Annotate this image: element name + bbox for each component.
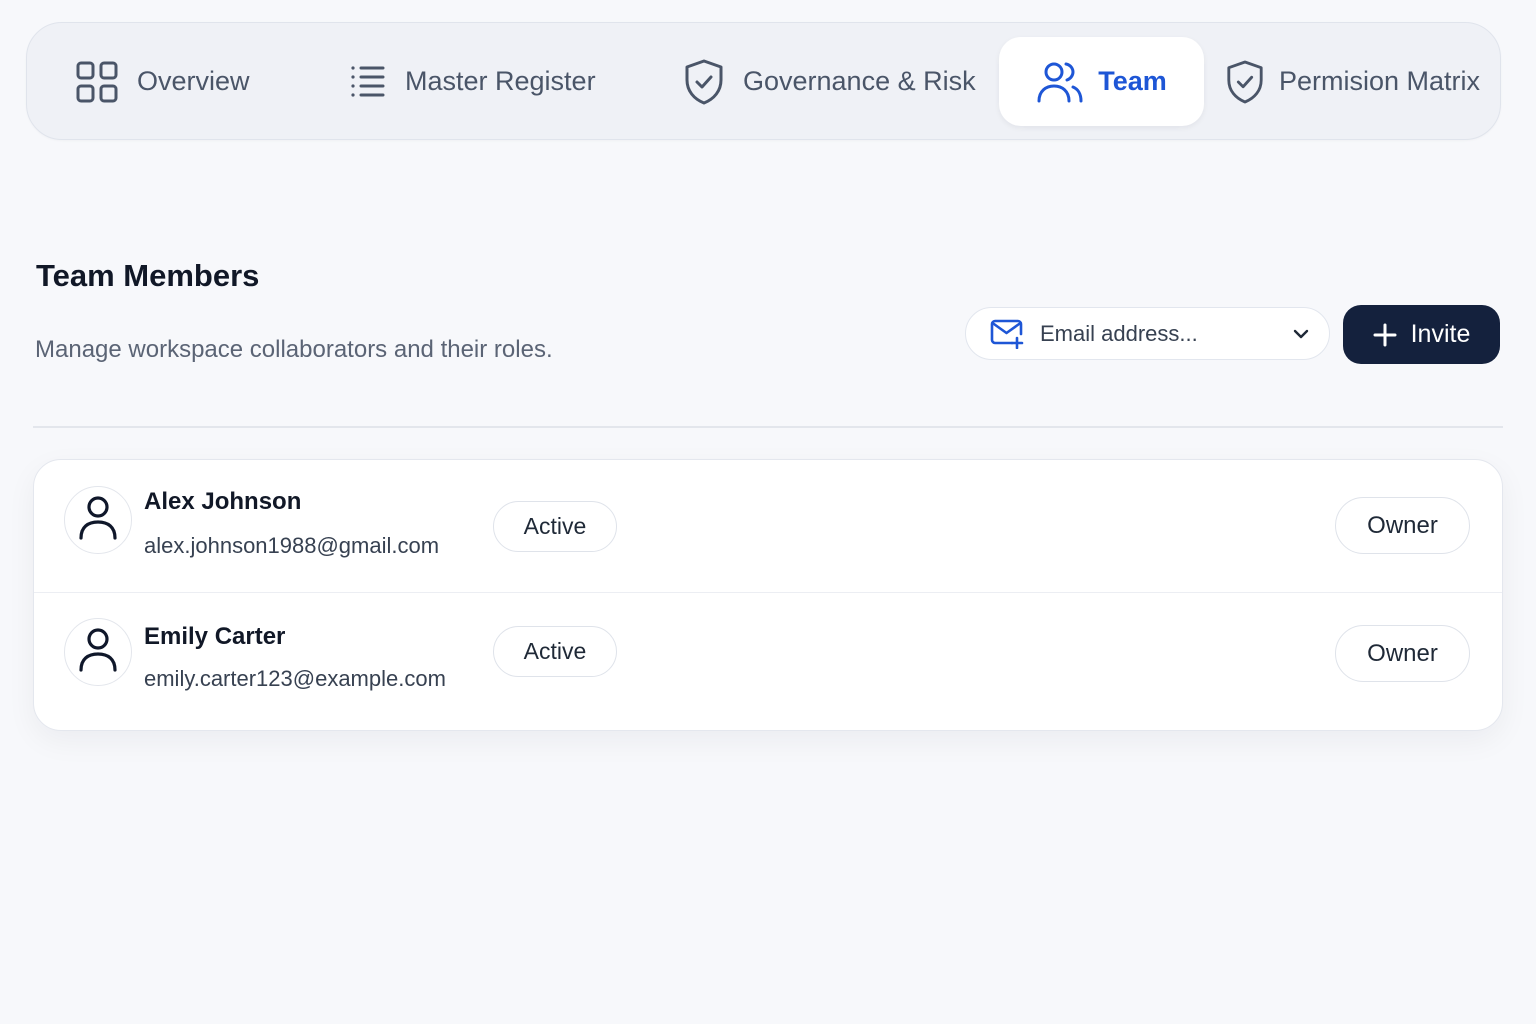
role-select[interactable]: Owner <box>1335 497 1470 554</box>
tab-label: Permision Matrix <box>1279 66 1481 96</box>
tab-label: Team <box>1098 66 1167 96</box>
invite-email-select[interactable]: Email address... <box>965 307 1330 360</box>
member-row: Emily Carter emily.carter123@example.com… <box>34 594 1502 727</box>
page-subtitle: Manage workspace collaborators and their… <box>35 336 553 363</box>
role-select[interactable]: Owner <box>1335 625 1470 682</box>
invite-button[interactable]: Invite <box>1343 305 1500 364</box>
users-icon <box>1036 60 1084 104</box>
tab-master-register[interactable]: Master Register <box>349 37 596 126</box>
grid-icon <box>75 60 119 104</box>
section-divider <box>33 426 1503 428</box>
plus-icon <box>1373 323 1397 347</box>
chevron-down-icon <box>1291 324 1311 344</box>
tab-team[interactable]: Team <box>999 37 1204 126</box>
main-tab-bar: Overview Master Register Governance & Ri <box>26 22 1501 140</box>
tab-label: Overview <box>137 66 250 96</box>
status-badge: Active <box>493 501 617 552</box>
avatar <box>64 618 132 686</box>
page-title: Team Members <box>36 258 260 293</box>
team-member-list: Alex Johnson alex.johnson1988@gmail.com … <box>33 459 1503 731</box>
user-icon <box>78 495 118 546</box>
member-name: Emily Carter <box>144 623 286 650</box>
member-row: Alex Johnson alex.johnson1988@gmail.com … <box>34 460 1502 593</box>
email-placeholder: Email address... <box>1040 320 1198 346</box>
shield-check-icon <box>683 58 725 106</box>
shield-check-icon <box>1225 58 1265 106</box>
invite-button-label: Invite <box>1410 320 1471 348</box>
user-icon <box>78 627 118 678</box>
tab-label: Governance & Risk <box>743 66 976 96</box>
tab-label: Master Register <box>405 66 596 96</box>
tab-permission-matrix[interactable]: Permision Matrix <box>1225 37 1480 126</box>
member-email: emily.carter123@example.com <box>144 666 446 691</box>
mail-plus-icon <box>990 319 1024 349</box>
list-icon <box>349 63 387 101</box>
status-badge: Active <box>493 626 617 677</box>
tab-governance-risk[interactable]: Governance & Risk <box>683 37 976 126</box>
tab-overview[interactable]: Overview <box>75 37 250 126</box>
avatar <box>64 486 132 554</box>
member-name: Alex Johnson <box>144 488 302 515</box>
member-email: alex.johnson1988@gmail.com <box>144 533 440 558</box>
